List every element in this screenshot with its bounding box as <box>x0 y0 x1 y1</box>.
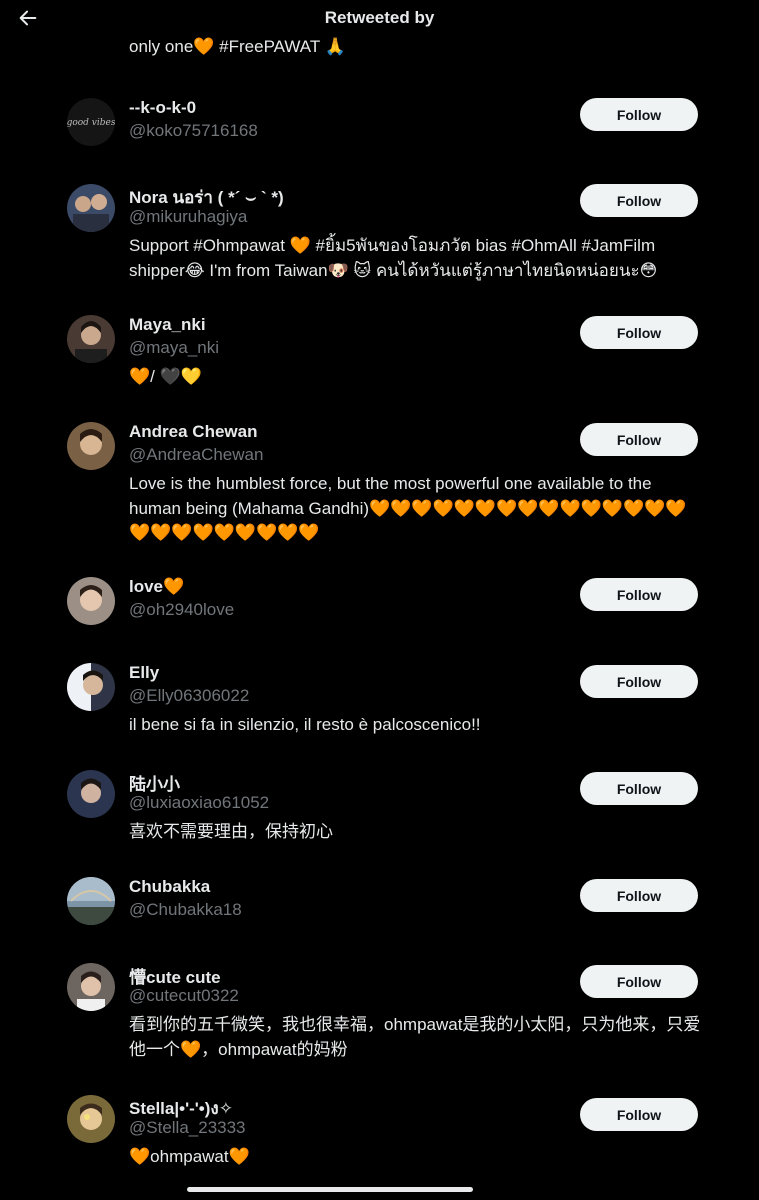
user-name[interactable]: 陆小小 <box>129 770 180 795</box>
avatar[interactable] <box>67 315 115 363</box>
user-handle: @AndreaChewan <box>129 445 264 464</box>
avatar[interactable] <box>67 663 115 711</box>
user-bio: 看到你的五千微笑，我也很幸福，ohmpawat是我的小太阳，只为他来，只爱他一个… <box>129 1015 701 1059</box>
avatar[interactable] <box>67 577 115 625</box>
follow-button[interactable]: Follow <box>580 965 698 998</box>
user-name[interactable]: love🧡 <box>129 577 184 597</box>
user-handle: @maya_nki <box>129 338 220 357</box>
follow-button[interactable]: Follow <box>580 1098 698 1131</box>
avatar[interactable] <box>67 963 115 1011</box>
user-handle: @cutecut0322 <box>129 986 239 1005</box>
user-handle: @Chubakka18 <box>129 900 242 919</box>
page-title: Retweeted by <box>324 8 435 27</box>
top-bar: Retweeted by <box>0 0 759 36</box>
follow-button[interactable]: Follow <box>580 98 698 131</box>
user-handle: @luxiaoxiao61052 <box>129 793 270 812</box>
avatar[interactable] <box>67 1095 115 1143</box>
user-handle: @oh2940love <box>129 600 235 619</box>
user-bio: Love is the humblest force, but the most… <box>129 474 687 542</box>
avatar[interactable] <box>67 877 115 925</box>
user-name[interactable]: Elly <box>129 663 159 683</box>
avatar[interactable] <box>67 184 115 232</box>
svg-text:good vibes: good vibes <box>67 118 115 128</box>
avatar[interactable]: good vibes <box>67 98 115 146</box>
follow-button[interactable]: Follow <box>580 772 698 805</box>
avatar[interactable] <box>67 770 115 818</box>
user-handle: @koko75716168 <box>129 121 258 140</box>
user-bio: il bene si fa in silenzio, il resto è pa… <box>129 715 481 734</box>
user-handle: @Stella_23333 <box>129 1118 246 1137</box>
follow-button[interactable]: Follow <box>580 184 698 217</box>
home-indicator[interactable] <box>187 1187 473 1192</box>
follow-button[interactable]: Follow <box>580 879 698 912</box>
partial-bio-text: only one🧡 #FreePAWAT 🙏 <box>129 37 346 56</box>
follow-button[interactable]: Follow <box>580 423 698 456</box>
user-handle: @Elly06306022 <box>129 686 250 705</box>
user-name[interactable]: Andrea Chewan <box>129 422 257 442</box>
user-bio: 喜欢不需要理由，保持初心 <box>129 822 333 841</box>
user-bio: 🧡/ 🖤💛 <box>129 367 202 386</box>
user-name[interactable]: --k-o-k-0 <box>129 98 196 118</box>
user-bio: Support #Ohmpawat 🧡 #ยิ้ม5พันของโอมภวัต … <box>129 236 660 280</box>
user-name[interactable]: 懵cute cute <box>129 963 221 988</box>
user-handle: @mikuruhagiya <box>129 207 248 226</box>
follow-button[interactable]: Follow <box>580 316 698 349</box>
avatar[interactable] <box>67 422 115 470</box>
user-name[interactable]: Maya_nki <box>129 315 206 335</box>
user-name[interactable]: Chubakka <box>129 877 210 897</box>
follow-button[interactable]: Follow <box>580 578 698 611</box>
user-bio: 🧡ohmpawat🧡 <box>129 1147 250 1166</box>
follow-button[interactable]: Follow <box>580 665 698 698</box>
